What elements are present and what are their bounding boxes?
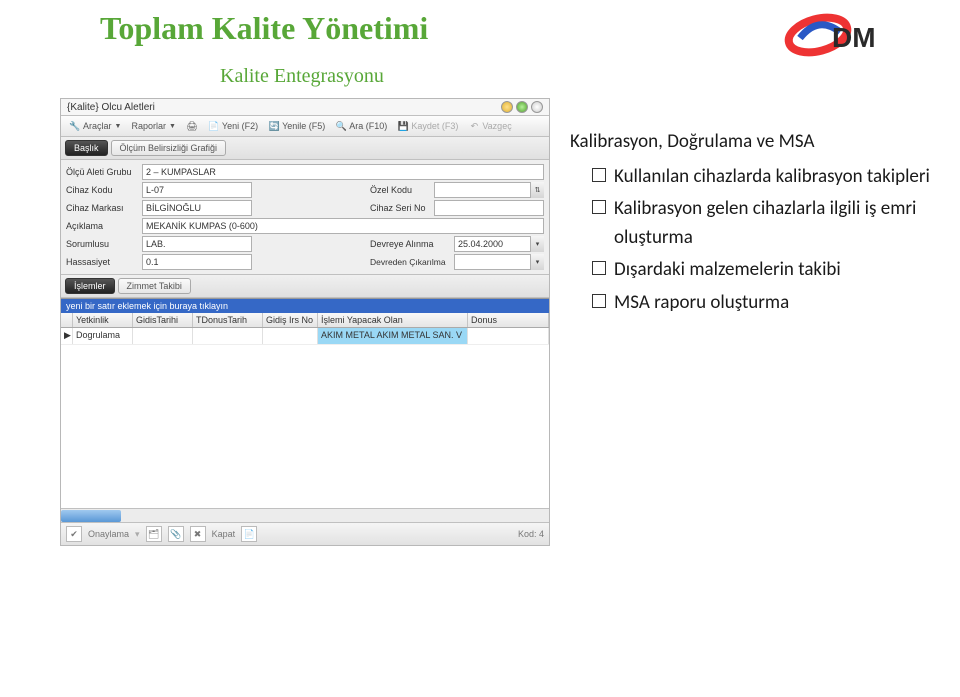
page-title: Toplam Kalite Yönetimi	[100, 10, 428, 47]
subtab-track[interactable]: Zimmet Takibi	[118, 278, 191, 294]
decommission-dropdown[interactable]: ▾	[530, 254, 544, 270]
close-btn[interactable]: Kapat	[212, 529, 236, 539]
checkbox-icon	[592, 294, 606, 308]
special-code-dropdown[interactable]: ⇅	[530, 182, 544, 198]
feature-title: Kalibrasyon, Doğrulama ve MSA	[570, 128, 940, 157]
close-button[interactable]	[531, 101, 543, 113]
checkbox-icon	[592, 200, 606, 214]
sens-input[interactable]	[142, 254, 252, 270]
status-icon-3[interactable]: 📄	[241, 526, 257, 542]
tabs-row: Başlık Ölçüm Belirsizliği Grafiği	[61, 137, 549, 160]
form-area: Ölçü Aleti Grubu Cihaz Kodu Özel Kodu ⇅ …	[61, 160, 549, 274]
serial-label: Cihaz Seri No	[370, 203, 430, 213]
col-go-work[interactable]: Gidiş Irs No	[263, 313, 318, 327]
window-title: {Kalite} Olcu Aletleri	[67, 102, 155, 113]
reports-menu[interactable]: Raporlar▼	[128, 120, 178, 132]
desc-input[interactable]	[142, 218, 544, 234]
group-input[interactable]	[142, 164, 544, 180]
col-performer[interactable]: İşlemi Yapacak Olan	[318, 313, 468, 327]
refresh-button[interactable]: 🔄 Yenile (F5)	[265, 119, 328, 133]
tab-graph[interactable]: Ölçüm Belirsizliği Grafiği	[111, 140, 227, 156]
scrollbar-thumb[interactable]	[61, 510, 121, 522]
special-code-label: Özel Kodu	[370, 185, 430, 195]
maximize-button[interactable]	[516, 101, 528, 113]
status-icon-1[interactable]: 🗂	[146, 526, 162, 542]
titlebar: {Kalite} Olcu Aletleri	[61, 99, 549, 116]
cell-return-date	[193, 328, 263, 344]
approve-button[interactable]: Onaylama	[88, 529, 129, 539]
cell-return	[468, 328, 549, 344]
wrench-icon: 🔧	[69, 120, 81, 132]
new-icon: 📄	[208, 120, 220, 132]
list-item: MSA raporu oluşturma	[570, 289, 940, 318]
code-label: Kod: 4	[518, 529, 544, 539]
toolbar: 🔧 Araçlar▼ Raporlar▼ 🖨 📄 Yeni (F2) 🔄 Yen…	[61, 116, 549, 137]
resp-label: Sorumlusu	[66, 239, 138, 249]
horizontal-scrollbar[interactable]	[61, 508, 549, 522]
list-item: Kullanılan cihazlarda kalibrasyon takipl…	[570, 163, 940, 192]
sens-label: Hassasiyet	[66, 257, 138, 267]
print-button[interactable]: 🖨	[183, 119, 201, 133]
brand-label: Cihaz Markası	[66, 203, 138, 213]
grid-header: Yetkinlik GidisTarihi TDonusTarih Gidiş …	[61, 313, 549, 328]
cell-go-work	[263, 328, 318, 344]
device-code-label: Cihaz Kodu	[66, 185, 138, 195]
logo: DM	[780, 10, 900, 60]
device-code-input[interactable]	[142, 182, 252, 198]
decommission-label: Devreden Çıkarılma	[370, 257, 450, 267]
brand-input[interactable]	[142, 200, 252, 216]
search-icon: 🔍	[335, 120, 347, 132]
refresh-icon: 🔄	[268, 120, 280, 132]
grid-body: ▶ Dogrulama AKIM METAL AKIM METAL SAN. V	[61, 328, 549, 508]
grid-area: yeni bir satır eklemek için buraya tıkla…	[61, 298, 549, 522]
printer-icon: 🖨	[186, 120, 198, 132]
grid-new-row[interactable]: yeni bir satır eklemek için buraya tıkla…	[61, 299, 549, 313]
resp-input[interactable]	[142, 236, 252, 252]
undo-icon: ↶	[468, 120, 480, 132]
subtabs: İşlemler Zimmet Takibi	[61, 274, 549, 298]
commission-dropdown[interactable]: ▾	[530, 236, 544, 252]
checkbox-icon	[592, 168, 606, 182]
serial-input[interactable]	[434, 200, 544, 216]
tools-menu[interactable]: 🔧 Araçlar▼	[66, 119, 124, 133]
page-subtitle: Kalite Entegrasyonu	[220, 65, 428, 88]
list-item: Dışardaki malzemelerin takibi	[570, 256, 940, 285]
commission-label: Devreye Alınma	[370, 239, 450, 249]
col-return-date[interactable]: TDonusTarih	[193, 313, 263, 327]
cancel-button[interactable]: ↶ Vazgeç	[465, 119, 514, 133]
cell-performer: AKIM METAL AKIM METAL SAN. V	[318, 328, 468, 344]
feature-list: Kalibrasyon, Doğrulama ve MSA Kullanılan…	[570, 98, 940, 546]
row-marker: ▶	[61, 328, 73, 344]
table-row[interactable]: ▶ Dogrulama AKIM METAL AKIM METAL SAN. V	[61, 328, 549, 345]
save-icon: 💾	[397, 120, 409, 132]
checkbox-icon	[592, 261, 606, 275]
list-item: Kalibrasyon gelen cihazlarla ilgili iş e…	[570, 195, 940, 252]
cell-capability: Dogrulama	[73, 328, 133, 344]
minimize-button[interactable]	[501, 101, 513, 113]
tab-header[interactable]: Başlık	[65, 140, 108, 156]
svg-text:DM: DM	[832, 22, 876, 53]
new-button[interactable]: 📄 Yeni (F2)	[205, 119, 261, 133]
status-icon-2[interactable]: 📎	[168, 526, 184, 542]
col-go-date[interactable]: GidisTarihi	[133, 313, 193, 327]
approve-icon: ✔	[66, 526, 82, 542]
special-code-input[interactable]	[434, 182, 544, 198]
col-capability[interactable]: Yetkinlik	[73, 313, 133, 327]
save-button[interactable]: 💾 Kaydet (F3)	[394, 119, 461, 133]
subtab-ops[interactable]: İşlemler	[65, 278, 115, 294]
desc-label: Açıklama	[66, 221, 138, 231]
search-button[interactable]: 🔍 Ara (F10)	[332, 119, 390, 133]
close-icon: ✖	[190, 526, 206, 542]
group-label: Ölçü Aleti Grubu	[66, 167, 138, 177]
col-return[interactable]: Donus	[468, 313, 549, 327]
cell-go-date	[133, 328, 193, 344]
status-bar: ✔ Onaylama ▾ 🗂 📎 ✖ Kapat 📄 Kod: 4	[61, 522, 549, 545]
app-window: {Kalite} Olcu Aletleri 🔧 Araçlar▼ Raporl…	[60, 98, 550, 546]
